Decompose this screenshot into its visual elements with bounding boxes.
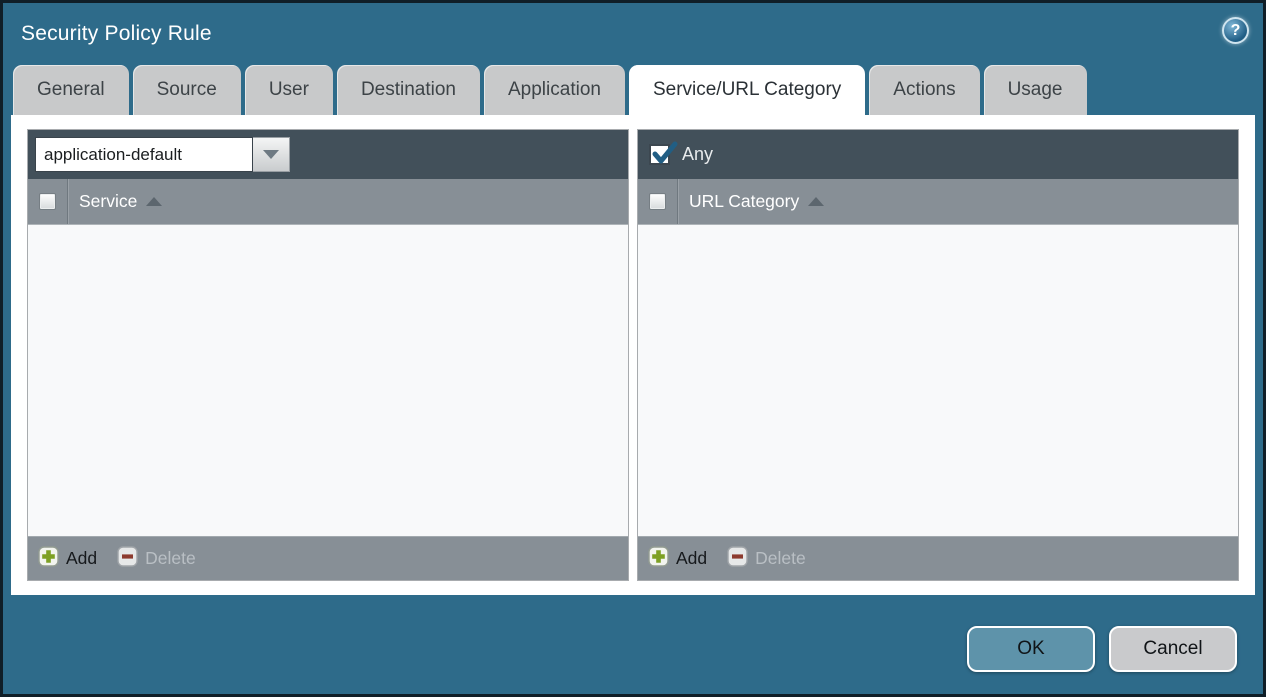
plus-icon — [648, 546, 669, 572]
service-add-label: Add — [66, 548, 97, 569]
tab-application[interactable]: Application — [484, 65, 625, 115]
plus-icon — [38, 546, 59, 572]
service-select-all-checkbox[interactable] — [39, 193, 56, 210]
service-type-dropdown-button[interactable] — [253, 137, 290, 172]
url-category-column-label: URL Category — [689, 191, 799, 212]
service-delete-label: Delete — [145, 548, 196, 569]
dialog-title: Security Policy Rule — [21, 22, 212, 46]
tab-actions[interactable]: Actions — [869, 65, 979, 115]
sort-ascending-icon — [808, 197, 824, 206]
service-column-label: Service — [79, 191, 137, 212]
url-category-any-checkbox[interactable] — [649, 144, 670, 165]
url-category-select-all-checkbox[interactable] — [649, 193, 666, 210]
tab-general[interactable]: General — [13, 65, 129, 115]
sort-ascending-icon — [146, 197, 162, 206]
dialog-action-row: OK Cancel — [967, 626, 1237, 672]
minus-icon — [117, 546, 138, 572]
url-category-any-label: Any — [682, 144, 713, 165]
service-type-dropdown[interactable] — [35, 137, 290, 172]
tab-destination[interactable]: Destination — [337, 65, 480, 115]
service-add-button[interactable]: Add — [38, 546, 97, 572]
tab-user[interactable]: User — [245, 65, 333, 115]
help-icon[interactable]: ? — [1222, 17, 1249, 44]
url-category-add-label: Add — [676, 548, 707, 569]
service-grid-footer: Add Delete — [28, 536, 628, 580]
url-category-grid-header: URL Category — [638, 179, 1238, 225]
service-grid-body[interactable] — [28, 225, 628, 536]
url-category-add-button[interactable]: Add — [648, 546, 707, 572]
url-category-delete-button[interactable]: Delete — [727, 546, 806, 572]
chevron-down-icon — [263, 150, 279, 159]
url-category-select-all-cell — [638, 179, 678, 224]
service-grid-header: Service — [28, 179, 628, 225]
tab-content-service-url-category: Service Add — [11, 115, 1255, 595]
url-category-delete-label: Delete — [755, 548, 806, 569]
url-category-grid-body[interactable] — [638, 225, 1238, 536]
tab-source[interactable]: Source — [133, 65, 241, 115]
tab-bar: General Source User Destination Applicat… — [3, 65, 1263, 115]
service-column-header[interactable]: Service — [79, 191, 162, 212]
ok-button[interactable]: OK — [967, 626, 1095, 672]
url-category-grid-footer: Add Delete — [638, 536, 1238, 580]
minus-icon — [727, 546, 748, 572]
service-panel: Service Add — [27, 129, 629, 581]
url-category-column-header[interactable]: URL Category — [689, 191, 824, 212]
tab-service-url-category[interactable]: Service/URL Category — [629, 65, 865, 115]
security-policy-rule-dialog: { "window": { "title": "Security Policy … — [0, 0, 1266, 697]
service-type-input[interactable] — [35, 137, 253, 172]
service-select-all-cell — [28, 179, 68, 224]
tab-usage[interactable]: Usage — [984, 65, 1087, 115]
service-panel-toolbar — [28, 130, 628, 179]
checkmark-icon — [651, 141, 679, 169]
dialog-titlebar: Security Policy Rule ? — [3, 3, 1263, 65]
service-delete-button[interactable]: Delete — [117, 546, 196, 572]
cancel-button[interactable]: Cancel — [1109, 626, 1237, 672]
url-category-panel-toolbar: Any — [638, 130, 1238, 179]
url-category-panel: Any URL Category Add — [637, 129, 1239, 581]
url-category-any-control: Any — [645, 144, 713, 165]
